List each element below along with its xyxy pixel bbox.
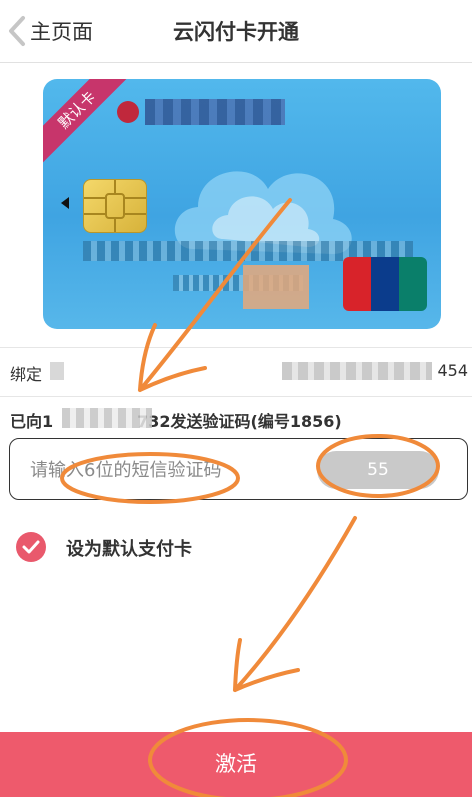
card-area: 默认卡	[0, 63, 472, 346]
checkmark-icon[interactable]	[16, 532, 46, 562]
page-title: 云闪付卡开通	[173, 20, 299, 44]
sms-sent-suffix: 732发送验证码(编号1856)	[137, 412, 342, 431]
set-default-label: 设为默认支付卡	[66, 539, 192, 560]
default-card-ribbon: 默认卡	[43, 79, 136, 169]
card-masked-block	[243, 265, 309, 309]
card-activation-screen: 主页面 云闪付卡开通 默认卡 绑定 454 已向1 732发送验证码(编号185…	[0, 0, 472, 797]
sms-sent-notice: 已向1 732发送验证码(编号1856)	[10, 408, 342, 432]
sms-code-box: 55	[9, 438, 468, 500]
account-tail-digits: 454	[437, 361, 468, 380]
top-bar: 主页面 云闪付卡开通	[0, 0, 472, 63]
masked-phone-number	[62, 408, 152, 428]
sms-sent-prefix: 已向1	[10, 412, 54, 431]
masked-account	[282, 362, 432, 380]
arrow-left-icon	[61, 197, 69, 209]
chip-icon	[83, 179, 147, 233]
set-default-card-option[interactable]: 设为默认支付卡	[0, 520, 472, 576]
activate-button[interactable]: 激活	[0, 732, 472, 797]
masked-name	[50, 362, 64, 380]
bank-logo	[117, 101, 139, 123]
bound-account-row: 绑定 454	[0, 347, 472, 397]
bind-label: 绑定	[10, 365, 43, 384]
bank-card-image: 默认卡	[43, 79, 441, 329]
sms-code-input[interactable]	[28, 451, 292, 489]
bank-name-masked	[145, 99, 285, 125]
unionpay-logo	[343, 257, 427, 311]
resend-countdown-button[interactable]: 55	[317, 451, 439, 489]
